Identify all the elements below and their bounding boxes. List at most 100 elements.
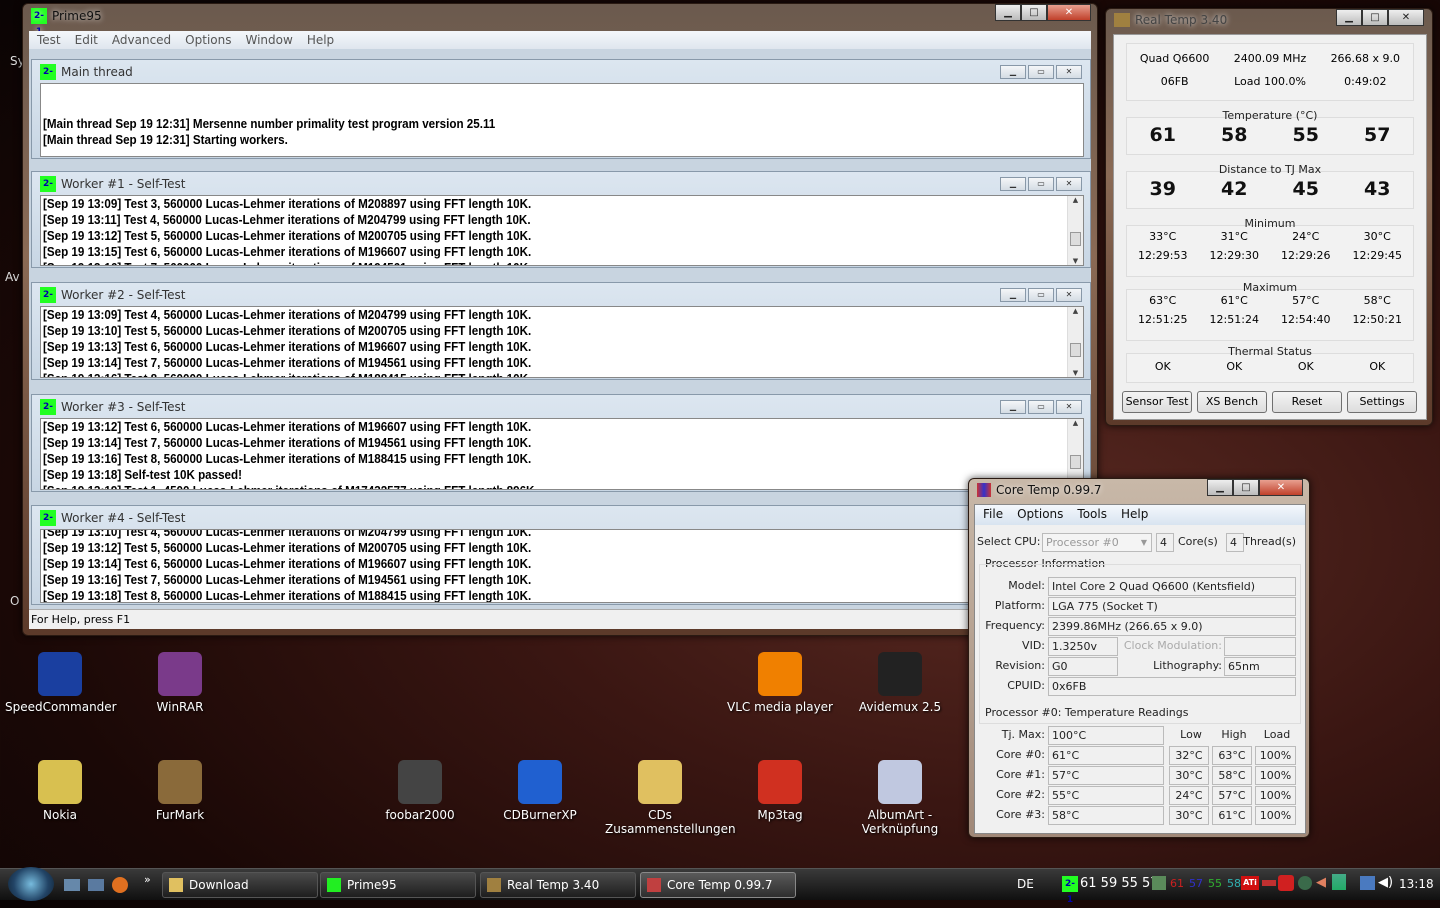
maximum-time: 12:54:40 <box>1281 313 1331 326</box>
close-button[interactable]: ✕ <box>1388 9 1424 26</box>
desktop-icon[interactable]: SpeedCommander <box>5 652 117 714</box>
scroll-down-arrow[interactable]: ▼ <box>1068 257 1083 265</box>
maximum-time: 12:50:21 <box>1352 313 1402 326</box>
platform-field: LGA 775 (Socket T) <box>1048 597 1296 616</box>
close-button[interactable]: ✕ <box>1056 65 1082 79</box>
menu-item[interactable]: Help <box>307 33 334 47</box>
minimize-button[interactable]: ▁ <box>1000 65 1026 79</box>
menu-item[interactable]: Tools <box>1077 507 1107 523</box>
log-output: [Sep 19 13:10] Test 4, 560000 Lucas-Lehm… <box>40 529 1084 603</box>
restore-button[interactable]: ▭ <box>1028 65 1054 79</box>
pane-header[interactable]: 2-1 Worker #2 - Self-Test <box>32 283 1090 316</box>
settings-button[interactable]: Settings <box>1347 391 1417 413</box>
pane-header[interactable]: 2-1 Worker #3 - Self-Test <box>32 395 1090 428</box>
avira-tray-icon[interactable] <box>1278 875 1294 891</box>
close-button[interactable]: ✕ <box>1056 400 1082 414</box>
clock[interactable]: 13:18 <box>1399 877 1434 891</box>
desktop-icon-label: VLC media player <box>726 700 833 714</box>
desktop-icon[interactable]: CDBurnerXP <box>485 760 595 822</box>
minimize-button[interactable]: ▁ <box>1000 400 1026 414</box>
menu-item[interactable]: Advanced <box>112 33 171 47</box>
title-bar[interactable]: Core Temp 0.99.7 <box>977 483 1102 497</box>
realtemp-tray-icon[interactable] <box>1152 876 1166 890</box>
sensor-test-button[interactable]: Sensor Test <box>1122 391 1192 413</box>
desktop-icon[interactable]: VLC media player <box>725 652 835 714</box>
tray-core-temp[interactable]: 55 <box>1208 877 1222 890</box>
scroll-up-arrow[interactable]: ▲ <box>1068 307 1083 315</box>
firefox-icon[interactable] <box>112 877 128 893</box>
scroll-thumb[interactable] <box>1070 343 1081 357</box>
network-activity-icon[interactable] <box>1262 880 1276 886</box>
distance-value: 43 <box>1364 178 1391 200</box>
language-indicator[interactable]: DE <box>1017 877 1034 891</box>
pane-header[interactable]: 2-1 Main thread <box>32 60 1090 93</box>
menu-item[interactable]: Options <box>1017 507 1063 523</box>
tray-core-temp[interactable]: 58 <box>1227 877 1241 890</box>
maximize-button[interactable]: □ <box>1021 4 1047 21</box>
reset-button[interactable]: Reset <box>1272 391 1342 413</box>
taskbar-button[interactable]: Prime95 <box>320 872 476 898</box>
taskbar-button[interactable]: Download <box>162 872 318 898</box>
tray-app-icon[interactable] <box>1298 876 1312 890</box>
volume-tray-icon[interactable]: ◀) <box>1378 875 1393 890</box>
title-bar[interactable]: Real Temp 3.40 <box>1114 13 1227 27</box>
menu-item[interactable]: Edit <box>75 33 98 47</box>
close-button[interactable]: ✕ <box>1056 288 1082 302</box>
scrollbar[interactable]: ▲▼ <box>1067 196 1083 265</box>
desktop-icon[interactable]: Avidemux 2.5 <box>845 652 955 714</box>
taskbar-button[interactable]: Real Temp 3.40 <box>480 872 636 898</box>
tray-core-temp[interactable]: 57 <box>1189 877 1203 890</box>
network-tray-icon[interactable] <box>1360 876 1375 890</box>
tray-core-temp[interactable]: 61 <box>1170 877 1184 890</box>
show-desktop-icon[interactable] <box>64 879 80 891</box>
desktop-icon[interactable]: FurMark <box>125 760 235 822</box>
scroll-thumb[interactable] <box>1070 455 1081 469</box>
minimize-button[interactable]: ▁ <box>995 4 1021 21</box>
scroll-up-arrow[interactable]: ▲ <box>1068 419 1083 427</box>
menu-item[interactable]: Options <box>185 33 231 47</box>
close-button[interactable]: ✕ <box>1259 479 1303 496</box>
temperature-value: 61 <box>1149 124 1176 146</box>
pane-header[interactable]: 2-1 Worker #1 - Self-Test <box>32 172 1090 205</box>
close-button[interactable]: ✕ <box>1056 177 1082 191</box>
select-cpu-label: Select CPU: <box>977 535 1041 548</box>
prime95-tray-icon[interactable]: 2-1 <box>1062 876 1078 905</box>
desktop-icon[interactable]: WinRAR <box>125 652 235 714</box>
title-bar[interactable]: 2-1 Prime95 <box>31 8 102 37</box>
scrollbar[interactable]: ▲▼ <box>1067 307 1083 377</box>
menu-item[interactable]: File <box>983 507 1003 523</box>
minimize-button[interactable]: ▁ <box>1000 177 1026 191</box>
window-switcher-icon[interactable] <box>88 879 104 891</box>
desktop-icon[interactable]: Nokia <box>5 760 115 822</box>
xs-bench-button[interactable]: XS Bench <box>1197 391 1267 413</box>
menu-item[interactable]: Test <box>37 33 61 47</box>
restore-button[interactable]: ▭ <box>1028 177 1054 191</box>
maximize-button[interactable]: □ <box>1362 9 1388 26</box>
taskbar-button[interactable]: Core Temp 0.99.7 <box>640 872 796 898</box>
minimize-button[interactable]: ▁ <box>1000 288 1026 302</box>
desktop-icon[interactable]: foobar2000 <box>365 760 475 822</box>
menu-item[interactable]: Window <box>245 33 292 47</box>
wireless-tray-icon[interactable] <box>1332 874 1346 890</box>
restore-button[interactable]: ▭ <box>1028 400 1054 414</box>
ati-tray-icon[interactable]: ATi <box>1241 876 1259 890</box>
minimize-button[interactable]: ▁ <box>1207 479 1233 496</box>
tray-core-temps[interactable]: 61 59 55 57 <box>1080 876 1159 891</box>
restore-button[interactable]: ▭ <box>1028 288 1054 302</box>
scroll-down-arrow[interactable]: ▼ <box>1068 369 1083 377</box>
desktop-icon[interactable]: AlbumArt - Verknüpfung <box>845 760 955 836</box>
close-button[interactable]: ✕ <box>1047 4 1091 21</box>
speaker-tray-icon[interactable]: ◀ <box>1316 875 1326 890</box>
info-value: Quad Q6600 <box>1139 52 1210 65</box>
start-button[interactable] <box>8 867 54 901</box>
desktop-icon[interactable]: CDs Zusammenstellungen <box>605 760 736 836</box>
quicklaunch-more-icon[interactable]: » <box>144 873 151 886</box>
scroll-thumb[interactable] <box>1070 232 1081 246</box>
maximize-button[interactable]: □ <box>1233 479 1259 496</box>
desktop-icon[interactable]: Mp3tag <box>725 760 835 822</box>
scroll-up-arrow[interactable]: ▲ <box>1068 196 1083 204</box>
select-cpu-dropdown[interactable]: Processor #0 ▼ <box>1042 533 1152 552</box>
menu-item[interactable]: Help <box>1121 507 1148 523</box>
minimize-button[interactable]: ▁ <box>1336 9 1362 26</box>
pane-header[interactable]: 2-1 Worker #4 - Self-Test <box>32 506 1090 539</box>
